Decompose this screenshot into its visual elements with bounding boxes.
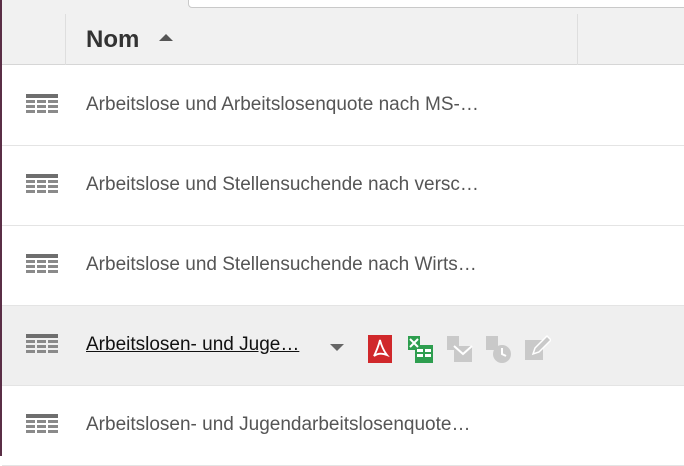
row-title[interactable]: Arbeitslose und Stellensuchende nach ver… — [86, 174, 479, 196]
email-icon — [447, 336, 473, 362]
table-icon — [26, 254, 58, 273]
column-header-name[interactable]: Nom — [86, 26, 139, 54]
table-row[interactable]: Arbeitslose und Stellensuchende nach ver… — [2, 146, 684, 226]
row-title[interactable]: Arbeitslose und Arbeitslosenquote nach M… — [86, 94, 479, 116]
excel-icon[interactable] — [406, 334, 434, 364]
chevron-down-icon[interactable] — [330, 344, 344, 351]
column-divider[interactable] — [577, 14, 578, 65]
sort-ascending-icon[interactable] — [159, 34, 173, 41]
table-icon — [26, 334, 58, 353]
row-title-link[interactable]: Arbeitslosen- und Juge… — [86, 334, 299, 356]
table-row[interactable]: Arbeitslosen- und Jugendarbeitslosenquot… — [2, 386, 684, 466]
search-input[interactable] — [188, 0, 684, 8]
table-row[interactable]: Arbeitslose und Stellensuchende nach Wir… — [2, 226, 684, 306]
pdf-icon[interactable] — [367, 334, 395, 364]
table-row-hovered[interactable]: Arbeitslosen- und Juge… — [2, 306, 684, 386]
toolbar-area — [2, 0, 684, 14]
table-icon — [26, 414, 58, 433]
table-icon — [26, 94, 58, 113]
table-header: Nom — [2, 14, 684, 65]
row-title[interactable]: Arbeitslose und Stellensuchende nach Wir… — [86, 254, 477, 276]
row-title[interactable]: Arbeitslosen- und Jugendarbeitslosenquot… — [86, 414, 470, 436]
edit-icon — [525, 334, 551, 360]
column-divider — [65, 14, 66, 65]
table-icon — [26, 174, 58, 193]
table-row[interactable]: Arbeitslose und Arbeitslosenquote nach M… — [2, 66, 684, 146]
schedule-icon — [486, 336, 511, 363]
